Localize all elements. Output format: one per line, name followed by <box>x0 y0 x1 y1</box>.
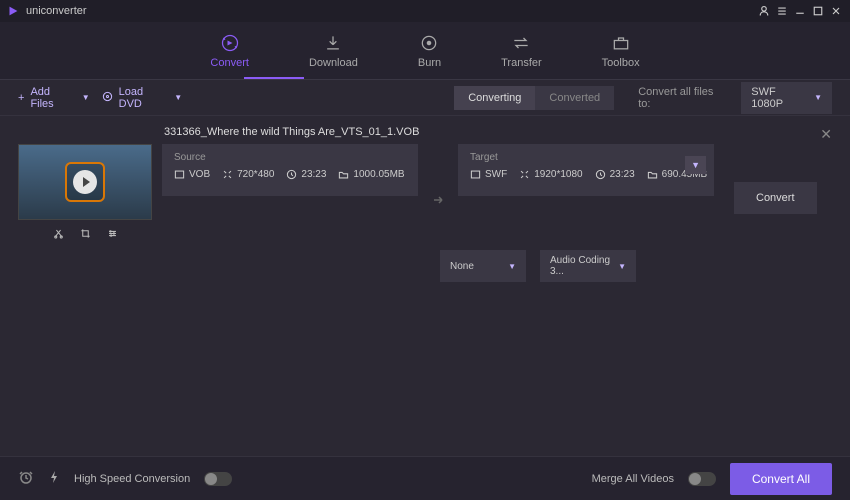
chevron-down-icon: ▼ <box>174 93 182 102</box>
item-filename: 331366_Where the wild Things Are_VTS_01_… <box>164 126 832 138</box>
transfer-icon <box>511 33 531 53</box>
subtitle-dropdown[interactable]: None ▼ <box>440 250 526 282</box>
convert-all-label: Convert all files to: <box>638 86 723 110</box>
tab-label: Burn <box>418 57 441 69</box>
subtitle-value: None <box>450 261 474 272</box>
tab-download[interactable]: Download <box>303 29 364 73</box>
source-resolution: 720*480 <box>237 169 274 180</box>
resolution-icon <box>222 169 233 180</box>
load-dvd-button[interactable]: Load DVD ▼ <box>102 86 183 110</box>
video-thumbnail[interactable] <box>18 144 152 220</box>
tab-transfer[interactable]: Transfer <box>495 29 548 73</box>
tab-label: Download <box>309 57 358 69</box>
close-button[interactable] <box>828 3 844 19</box>
remove-item-button[interactable]: ✕ <box>820 126 832 143</box>
active-tab-indicator <box>244 77 304 79</box>
menu-icon[interactable] <box>774 3 790 19</box>
target-format: SWF <box>485 169 507 180</box>
format-icon <box>470 169 481 180</box>
maximize-button[interactable] <box>810 3 826 19</box>
app-title: uniconverter <box>26 5 754 17</box>
source-duration: 23:23 <box>301 169 326 180</box>
target-box: ▼ Target SWF 1920*1080 23:23 690.45MB <box>458 144 714 196</box>
output-format-dropdown[interactable]: SWF 1080P ▼ <box>741 82 832 114</box>
chevron-down-icon: ▼ <box>508 262 516 271</box>
account-icon[interactable] <box>756 3 772 19</box>
source-size: 1000.05MB <box>353 169 404 180</box>
source-format: VOB <box>189 169 210 180</box>
tab-label: Toolbox <box>602 57 640 69</box>
chevron-down-icon: ▼ <box>618 262 626 271</box>
tab-label: Convert <box>210 57 249 69</box>
tab-convert[interactable]: Convert <box>204 29 255 73</box>
target-duration: 23:23 <box>610 169 635 180</box>
load-dvd-label: Load DVD <box>119 86 165 110</box>
clock-icon <box>286 169 297 180</box>
audio-value: Audio Coding 3... <box>550 255 618 277</box>
tab-toolbox[interactable]: Toolbox <box>596 29 646 73</box>
target-title: Target <box>470 152 702 163</box>
clock-icon <box>595 169 606 180</box>
merge-label: Merge All Videos <box>592 473 674 485</box>
folder-icon <box>647 169 658 180</box>
target-format-dropdown[interactable]: ▼ <box>685 156 706 174</box>
hsc-label: High Speed Conversion <box>74 473 190 485</box>
disc-icon <box>102 91 113 105</box>
converting-tab[interactable]: Converting <box>454 86 535 110</box>
download-icon <box>323 33 343 53</box>
convert-item-button[interactable]: Convert <box>734 182 817 214</box>
arrow-right-icon <box>428 190 448 210</box>
merge-toggle[interactable] <box>688 472 716 486</box>
tab-burn[interactable]: Burn <box>412 29 447 73</box>
tab-label: Transfer <box>501 57 542 69</box>
alarm-icon[interactable] <box>18 469 34 488</box>
converted-tab[interactable]: Converted <box>535 86 614 110</box>
play-icon <box>65 162 105 202</box>
add-files-button[interactable]: + Add Files ▼ <box>18 86 90 110</box>
add-files-label: Add Files <box>30 86 71 110</box>
app-logo-icon <box>6 4 20 18</box>
resolution-icon <box>519 169 530 180</box>
convert-icon <box>220 33 240 53</box>
bolt-icon <box>48 470 60 487</box>
format-icon <box>174 169 185 180</box>
crop-icon[interactable] <box>80 228 91 242</box>
plus-icon: + <box>18 92 24 104</box>
chevron-down-icon: ▼ <box>82 93 90 102</box>
audio-dropdown[interactable]: Audio Coding 3... ▼ <box>540 250 636 282</box>
trim-icon[interactable] <box>53 228 64 242</box>
convert-all-button[interactable]: Convert All <box>730 463 832 495</box>
source-box: Source VOB 720*480 23:23 1000.05MB <box>162 144 418 196</box>
toolbox-icon <box>611 33 631 53</box>
folder-icon <box>338 169 349 180</box>
hsc-toggle[interactable] <box>204 472 232 486</box>
source-title: Source <box>174 152 406 163</box>
minimize-button[interactable] <box>792 3 808 19</box>
settings-icon[interactable] <box>107 228 118 242</box>
chevron-down-icon: ▼ <box>814 93 822 102</box>
output-format-value: SWF 1080P <box>751 86 806 110</box>
burn-icon <box>419 33 439 53</box>
target-resolution: 1920*1080 <box>534 169 582 180</box>
